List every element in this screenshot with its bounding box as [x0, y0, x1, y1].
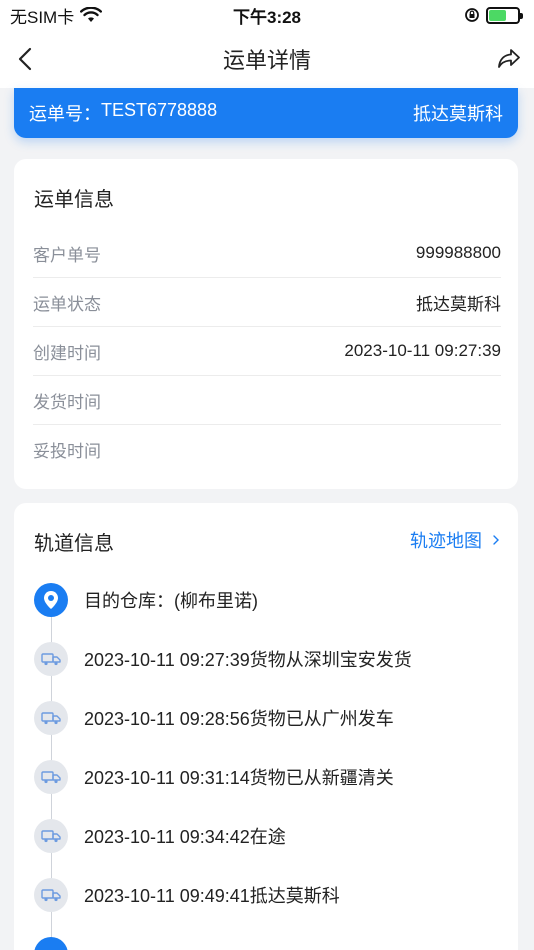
status-left: 无SIM卡 [10, 3, 103, 28]
page-title: 运单详情 [222, 48, 311, 73]
timeline-item: 2023-10-11 09:28:56货物已从广州发车 [34, 701, 504, 735]
timeline-item-partial [34, 937, 504, 950]
back-icon[interactable] [14, 46, 38, 72]
waybill-status: 抵达莫斯科 [413, 104, 503, 124]
wifi-icon [80, 7, 103, 22]
info-card-title: 运单信息 [34, 189, 114, 211]
share-icon[interactable] [496, 46, 522, 72]
timeline-dot-icon [34, 937, 68, 950]
timeline-item: 2023-10-11 09:34:42在途 [34, 819, 504, 853]
info-value: 2023-10-11 09:27:39 [344, 341, 501, 360]
info-label: 运单状态 [33, 294, 101, 314]
info-label: 妥投时间 [33, 442, 101, 461]
timeline-text: 2023-10-11 09:27:39货物从深圳宝安发货 [84, 650, 412, 670]
info-row-delivery-time: 妥投时间 [33, 425, 501, 474]
truck-icon [34, 642, 68, 676]
timeline-text: 目的仓库：(柳布里诺) [84, 591, 258, 611]
timeline-item: 2023-10-11 09:27:39货物从深圳宝安发货 [34, 642, 504, 676]
timeline-item: 2023-10-11 09:31:14货物已从新疆清关 [34, 760, 504, 794]
info-label: 发货时间 [33, 392, 101, 412]
info-label: 客户单号 [33, 245, 101, 265]
status-right [464, 6, 523, 24]
info-label: 创建时间 [33, 343, 101, 363]
info-value: 抵达莫斯科 [416, 294, 501, 314]
track-map-link[interactable]: 轨迹地图 [410, 527, 500, 553]
track-info-card: 轨道信息 轨迹地图 目的仓库：(柳布里诺) 2023-10-11 09:27:3… [14, 503, 518, 950]
truck-icon [34, 701, 68, 735]
location-pin-icon [34, 583, 68, 617]
track-card-title: 轨道信息 [34, 533, 114, 555]
waybill-number-group: 运单号： TEST6778888 [29, 100, 217, 126]
truck-icon [34, 878, 68, 912]
truck-icon [34, 760, 68, 794]
timeline-text: 2023-10-11 09:31:14货物已从新疆清关 [84, 768, 394, 788]
carrier-label: 无SIM卡 [10, 7, 75, 27]
info-row-created-time: 创建时间 2023-10-11 09:27:39 [33, 327, 501, 376]
info-value: 999988800 [415, 243, 501, 262]
info-row-ship-time: 发货时间 [33, 376, 501, 425]
timeline-item: 2023-10-11 09:49:41抵达莫斯科 [34, 878, 504, 912]
chevron-right-icon [493, 535, 499, 545]
waybill-number-label: 运单号： [29, 104, 101, 124]
timeline-item: 目的仓库：(柳布里诺) [34, 583, 504, 617]
waybill-header: 运单号： TEST6778888 抵达莫斯科 [14, 88, 518, 138]
timeline-text: 2023-10-11 09:34:42在途 [84, 827, 286, 847]
waybill-number: TEST6778888 [101, 100, 218, 120]
timeline-text: 2023-10-11 09:49:41抵达莫斯科 [84, 886, 340, 906]
orientation-lock-icon [465, 8, 479, 22]
track-map-label: 轨迹地图 [410, 531, 482, 551]
battery-icon [486, 6, 523, 24]
info-row-status: 运单状态 抵达莫斯科 [33, 278, 501, 327]
timeline-text: 2023-10-11 09:28:56货物已从广州发车 [84, 709, 394, 729]
status-bar: 无SIM卡 下午3:28 [0, 0, 534, 30]
info-row-customer-number: 客户单号 999988800 [33, 229, 501, 278]
nav-bar: 运单详情 [0, 30, 534, 88]
waybill-info-card: 运单信息 客户单号 999988800 运单状态 抵达莫斯科 创建时间 2023… [14, 159, 518, 489]
truck-icon [34, 819, 68, 853]
